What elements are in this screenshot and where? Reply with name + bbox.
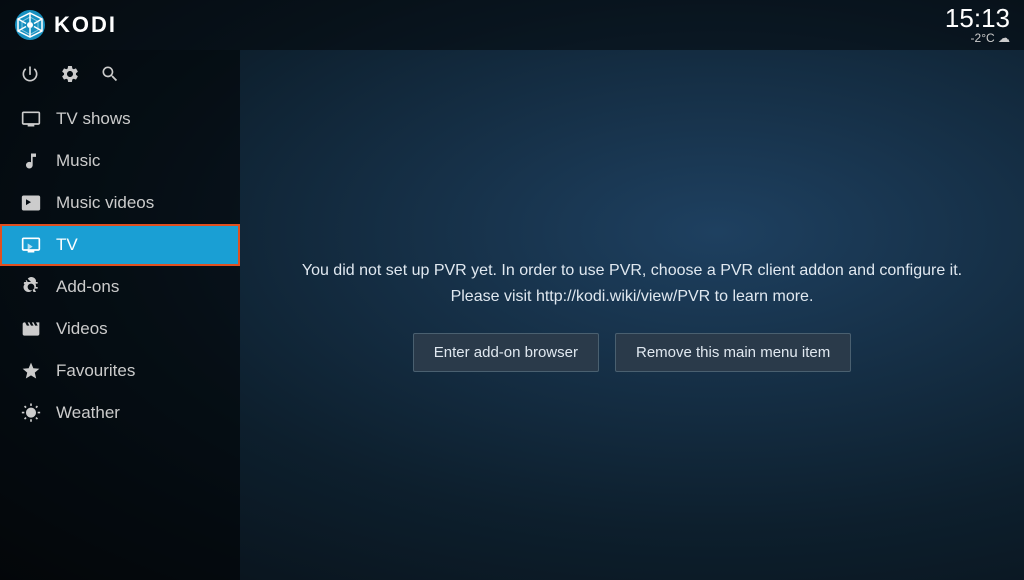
favourites-label: Favourites [56, 361, 135, 381]
enter-addon-browser-button[interactable]: Enter add-on browser [413, 333, 599, 372]
sidebar-item-tv-shows[interactable]: TV shows [0, 98, 240, 140]
music-icon [20, 151, 42, 171]
top-right-info: 15:13 -2°C ☁ [945, 5, 1010, 45]
sidebar-item-weather[interactable]: Weather [0, 392, 240, 434]
power-button[interactable] [20, 64, 40, 84]
tv-shows-label: TV shows [56, 109, 131, 129]
search-icon [100, 64, 120, 84]
sidebar: TV shows Music Music videos TV [0, 50, 240, 580]
star-icon [20, 361, 42, 381]
sidebar-item-favourites[interactable]: Favourites [0, 350, 240, 392]
pvr-message-line2: Please visit http://kodi.wiki/view/PVR t… [451, 288, 814, 305]
videos-icon [20, 319, 42, 339]
weather-icon [20, 403, 42, 423]
body-area: TV shows Music Music videos TV [0, 50, 1024, 580]
main-content: You did not set up PVR yet. In order to … [240, 50, 1024, 580]
sidebar-item-add-ons[interactable]: Add-ons [0, 266, 240, 308]
music-label: Music [56, 151, 100, 171]
clock-display: 15:13 [945, 5, 1010, 31]
sidebar-item-music[interactable]: Music [0, 140, 240, 182]
sidebar-icon-row [0, 54, 240, 98]
pvr-message: You did not set up PVR yet. In order to … [302, 258, 962, 309]
top-bar: KODI 15:13 -2°C ☁ [0, 0, 1024, 50]
tv-live-icon [20, 235, 42, 255]
videos-label: Videos [56, 319, 108, 339]
music-videos-icon [20, 193, 42, 213]
remove-menu-item-button[interactable]: Remove this main menu item [615, 333, 851, 372]
add-ons-label: Add-ons [56, 277, 119, 297]
tv-label: TV [56, 235, 78, 255]
gear-icon [60, 64, 80, 84]
weather-label: Weather [56, 403, 120, 423]
pvr-buttons: Enter add-on browser Remove this main me… [413, 333, 852, 372]
tv-shows-icon [20, 109, 42, 129]
sidebar-item-tv[interactable]: TV [0, 224, 240, 266]
music-videos-label: Music videos [56, 193, 154, 213]
kodi-logo-icon [14, 9, 46, 41]
pvr-dialog: You did not set up PVR yet. In order to … [302, 258, 962, 372]
addon-icon [20, 277, 42, 297]
app-wrapper: KODI 15:13 -2°C ☁ [0, 0, 1024, 580]
sidebar-item-music-videos[interactable]: Music videos [0, 182, 240, 224]
app-title: KODI [54, 12, 117, 38]
logo-area: KODI [14, 9, 117, 41]
sidebar-item-videos[interactable]: Videos [0, 308, 240, 350]
power-icon [20, 64, 40, 84]
settings-button[interactable] [60, 64, 80, 84]
search-button[interactable] [100, 64, 120, 84]
pvr-message-line1: You did not set up PVR yet. In order to … [302, 262, 962, 279]
weather-display: -2°C ☁ [971, 31, 1010, 45]
